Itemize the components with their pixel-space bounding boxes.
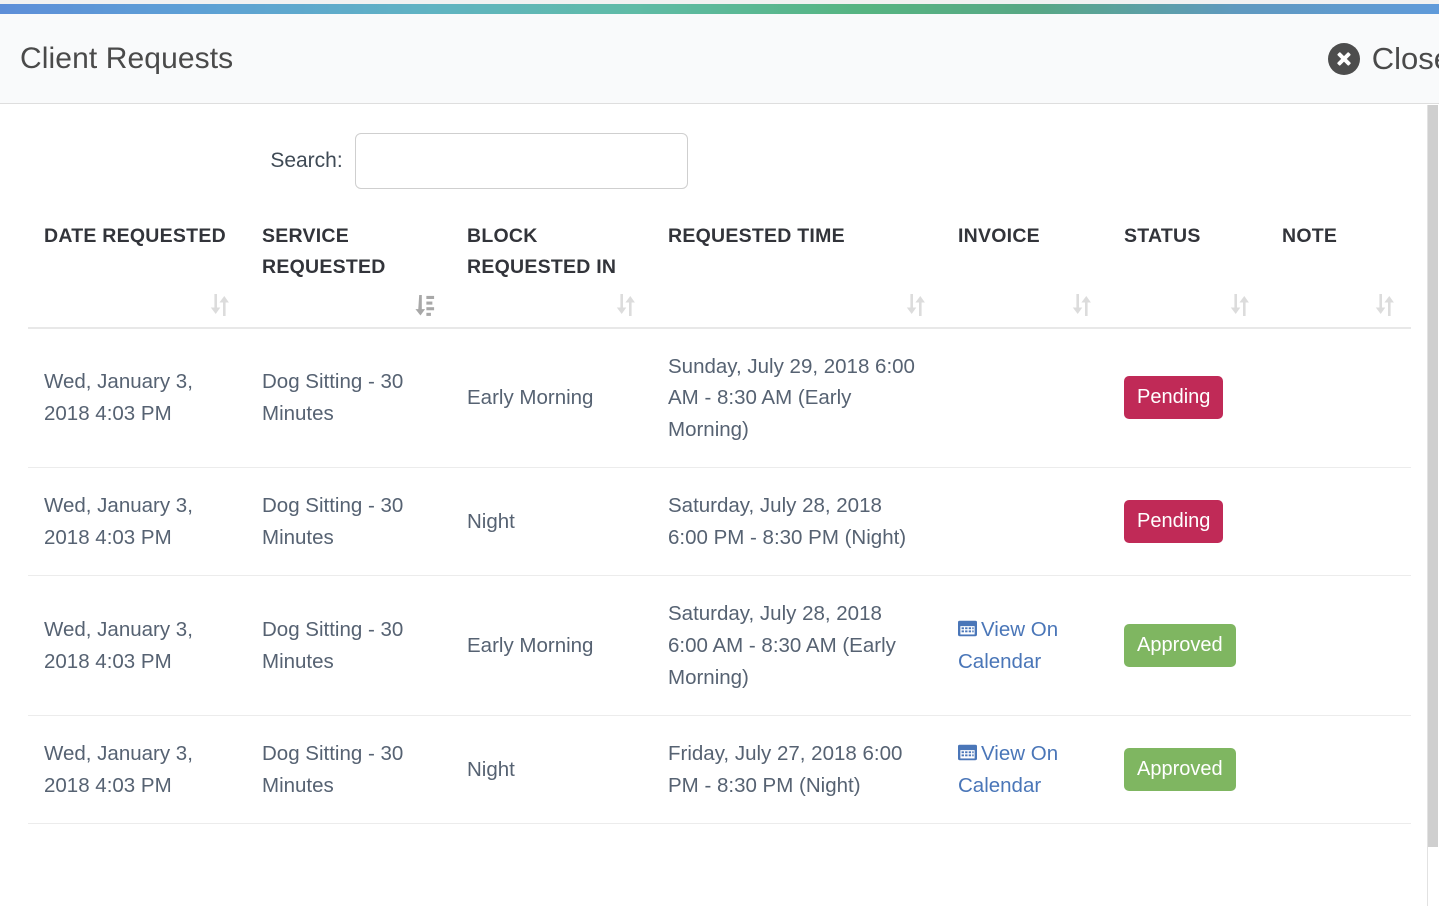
table-header: DATE REQUESTED SERVICE REQUESTED BLOCK R…: [28, 209, 1411, 329]
view-on-calendar-link[interactable]: View On Calendar: [958, 618, 1058, 673]
cell-block-requested-in: Early Morning: [451, 327, 652, 469]
column-label: BLOCK REQUESTED IN: [467, 225, 617, 278]
cell-note: [1266, 715, 1411, 825]
close-circle-icon: [1327, 42, 1360, 75]
cell-status: Pending: [1108, 467, 1266, 577]
top-accent-strip: [0, 0, 1439, 14]
cell-invoice: View On Calendar: [942, 715, 1108, 825]
cell-status: Pending: [1108, 327, 1266, 469]
cell-requested-time: Friday, July 27, 2018 6:00 PM - 8:30 PM …: [652, 715, 942, 825]
column-label: REQUESTED TIME: [668, 225, 845, 247]
scrollbar-thumb[interactable]: [1428, 105, 1438, 847]
close-button[interactable]: Close: [1322, 40, 1439, 78]
search-row: Search:: [28, 105, 1411, 197]
column-header-block-requested-in[interactable]: BLOCK REQUESTED IN: [451, 209, 652, 329]
view-on-calendar-link[interactable]: View On Calendar: [958, 742, 1058, 797]
cell-date-requested: Wed, January 3, 2018 4:03 PM: [28, 327, 246, 469]
sort-updown-icon[interactable]: [1375, 292, 1395, 318]
modal-body: Search: DATE REQUESTED SERVICE REQUESTED…: [0, 105, 1439, 906]
cell-note: [1266, 575, 1411, 717]
table-header-row: DATE REQUESTED SERVICE REQUESTED BLOCK R…: [28, 209, 1411, 329]
cell-invoice: [942, 327, 1108, 469]
cell-block-requested-in: Early Morning: [451, 575, 652, 717]
sort-updown-icon[interactable]: [1230, 292, 1250, 318]
cell-date-requested: Wed, January 3, 2018 4:03 PM: [28, 715, 246, 825]
cell-service-requested: Dog Sitting - 30 Minutes: [246, 467, 451, 577]
vertical-scrollbar[interactable]: [1427, 105, 1439, 906]
cell-requested-time: Saturday, July 28, 2018 6:00 PM - 8:30 P…: [652, 467, 942, 577]
column-header-invoice[interactable]: INVOICE: [942, 209, 1108, 329]
page-title: Client Requests: [20, 41, 234, 75]
status-badge: Approved: [1124, 748, 1236, 792]
column-header-note[interactable]: NOTE: [1266, 209, 1411, 329]
table-row: Wed, January 3, 2018 4:03 PM Dog Sitting…: [28, 467, 1411, 577]
cell-note: [1266, 327, 1411, 469]
cell-invoice: View On Calendar: [942, 575, 1108, 717]
status-badge: Approved: [1124, 624, 1236, 668]
status-badge: Pending: [1124, 500, 1224, 544]
status-badge: Pending: [1124, 376, 1224, 420]
sort-updown-icon[interactable]: [906, 292, 926, 318]
gradient-bar: [0, 4, 1439, 14]
cell-service-requested: Dog Sitting - 30 Minutes: [246, 715, 451, 825]
cell-note: [1266, 467, 1411, 577]
client-requests-table: DATE REQUESTED SERVICE REQUESTED BLOCK R…: [28, 209, 1411, 825]
sort-updown-icon[interactable]: [1072, 292, 1092, 318]
search-label: Search:: [270, 149, 343, 172]
cell-status: Approved: [1108, 715, 1266, 825]
table-row: Wed, January 3, 2018 4:03 PM Dog Sitting…: [28, 575, 1411, 717]
sort-updown-icon[interactable]: [210, 292, 230, 318]
table-body: Wed, January 3, 2018 4:03 PM Dog Sitting…: [28, 327, 1411, 825]
column-label: INVOICE: [958, 225, 1040, 247]
cell-requested-time: Saturday, July 28, 2018 6:00 AM - 8:30 A…: [652, 575, 942, 717]
calendar-icon: [958, 744, 977, 761]
cell-status: Approved: [1108, 575, 1266, 717]
cell-date-requested: Wed, January 3, 2018 4:03 PM: [28, 575, 246, 717]
table-row: Wed, January 3, 2018 4:03 PM Dog Sitting…: [28, 327, 1411, 469]
column-header-date-requested[interactable]: DATE REQUESTED: [28, 209, 246, 329]
cell-date-requested: Wed, January 3, 2018 4:03 PM: [28, 467, 246, 577]
column-header-service-requested[interactable]: SERVICE REQUESTED: [246, 209, 451, 329]
column-header-status[interactable]: STATUS: [1108, 209, 1266, 329]
cell-invoice: [942, 467, 1108, 577]
close-button-label: Close: [1371, 40, 1439, 76]
column-label: NOTE: [1282, 225, 1338, 247]
column-label: STATUS: [1124, 225, 1201, 247]
cell-service-requested: Dog Sitting - 30 Minutes: [246, 327, 451, 469]
sort-updown-icon[interactable]: [616, 292, 636, 318]
modal-header: Client Requests Close: [0, 14, 1439, 104]
client-requests-modal: Client Requests Close Search: DATE REQUE…: [0, 0, 1439, 906]
cell-block-requested-in: Night: [451, 715, 652, 825]
column-label: SERVICE REQUESTED: [262, 225, 386, 278]
table-row: Wed, January 3, 2018 4:03 PM Dog Sitting…: [28, 715, 1411, 825]
calendar-icon: [958, 620, 977, 637]
column-header-requested-time[interactable]: REQUESTED TIME: [652, 209, 942, 329]
cell-requested-time: Sunday, July 29, 2018 6:00 AM - 8:30 AM …: [652, 327, 942, 469]
cell-service-requested: Dog Sitting - 30 Minutes: [246, 575, 451, 717]
column-label: DATE REQUESTED: [44, 225, 226, 247]
cell-block-requested-in: Night: [451, 467, 652, 577]
search-input[interactable]: [354, 133, 688, 189]
sort-amount-down-icon[interactable]: [415, 292, 435, 318]
